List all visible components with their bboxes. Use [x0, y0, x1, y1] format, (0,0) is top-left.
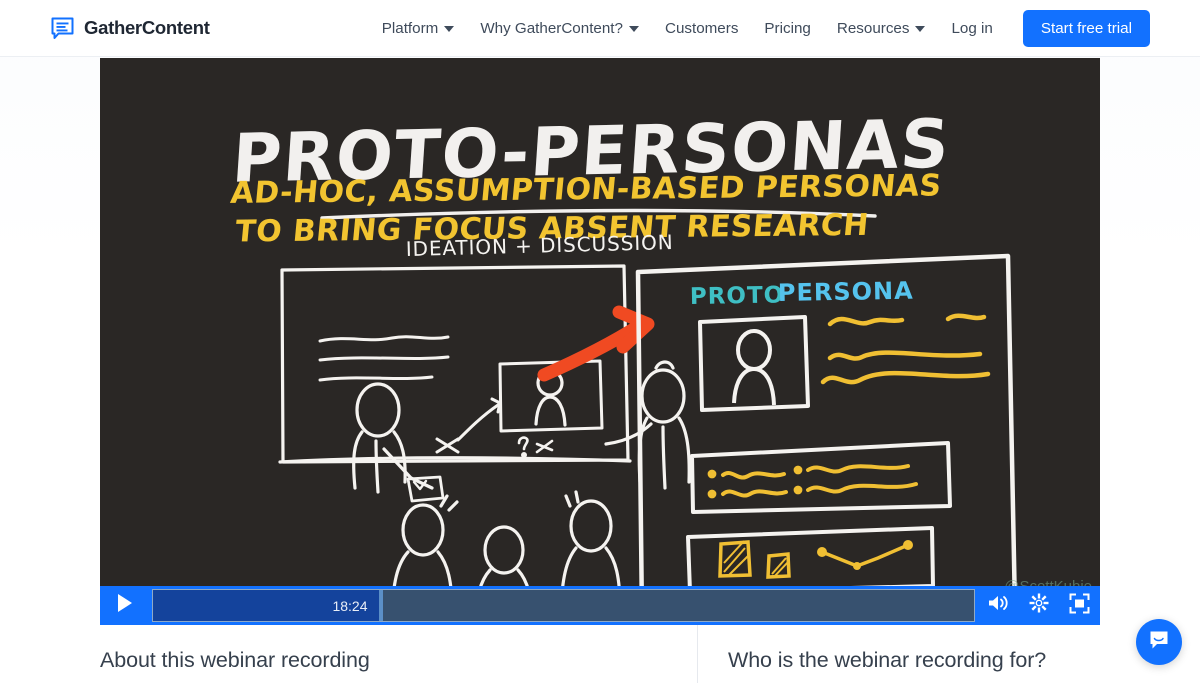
proto-label: PROTO [690, 282, 785, 310]
site-logo-text: GatherContent [84, 17, 210, 38]
chevron-down-icon [628, 26, 639, 32]
webinar-info-columns: About this webinar recording Who is the … [100, 625, 1100, 683]
video-progress-bar[interactable]: 18:24 [152, 589, 975, 622]
chevron-down-icon [915, 26, 926, 32]
chat-widget-button[interactable] [1136, 619, 1182, 665]
chevron-down-icon [444, 26, 455, 32]
nav-item-customers[interactable]: Customers [652, 20, 751, 37]
main-navigation: Platform Why GatherContent? Customers Pr… [369, 9, 1150, 47]
svg-text:AD-HOC, ASSUMPTION-BASED PERSO: AD-HOC, ASSUMPTION-BASED PERSONAS [229, 168, 943, 210]
nav-item-label: Customers [664, 19, 739, 37]
gathercontent-document-bubble-icon [50, 16, 75, 41]
audience-heading: Who is the webinar recording for? [728, 648, 1047, 672]
persona-label: PERSONA [778, 277, 914, 307]
volume-icon [987, 593, 1009, 618]
video-frame-illustration: PROTO-PERSONAS AD-HOC, ASSUMPTION-BASED … [100, 58, 1100, 625]
video-controls-bar: 18:24 [100, 586, 1100, 625]
nav-item-label: Platform [381, 19, 439, 37]
settings-button[interactable] [1018, 586, 1059, 625]
audience-column: Who is the webinar recording for? [697, 625, 1100, 683]
video-player[interactable]: PROTO-PERSONAS AD-HOC, ASSUMPTION-BASED … [100, 58, 1100, 625]
start-free-trial-button[interactable]: Start free trial [1022, 9, 1150, 47]
video-progress-handle[interactable] [378, 590, 383, 621]
nav-item-why-gathercontent[interactable]: Why GatherContent? [467, 20, 652, 37]
nav-item-label: Resources [836, 19, 910, 37]
play-button[interactable] [100, 586, 150, 625]
nav-item-label: Why GatherContent? [480, 19, 623, 37]
nav-item-platform[interactable]: Platform [369, 20, 468, 37]
nav-item-pricing[interactable]: Pricing [751, 20, 823, 37]
page-root: GatherContent Platform Why GatherContent… [0, 0, 1200, 683]
nav-item-log-in[interactable]: Log in [938, 20, 1005, 37]
site-header: GatherContent Platform Why GatherContent… [0, 0, 1200, 57]
nav-item-label: Pricing [764, 19, 811, 37]
fullscreen-button[interactable] [1059, 586, 1100, 625]
fullscreen-icon [1069, 593, 1090, 619]
video-progress-fill [153, 590, 379, 621]
nav-item-resources[interactable]: Resources [824, 20, 939, 37]
video-right-controls [977, 586, 1100, 625]
site-logo[interactable]: GatherContent [50, 16, 210, 41]
gear-icon [1029, 593, 1049, 618]
about-webinar-heading: About this webinar recording [100, 648, 370, 672]
about-webinar-column: About this webinar recording [100, 625, 697, 683]
play-icon [116, 593, 134, 618]
nav-item-label: Log in [951, 19, 993, 37]
volume-button[interactable] [977, 586, 1018, 625]
chat-bubble-icon [1148, 629, 1170, 656]
